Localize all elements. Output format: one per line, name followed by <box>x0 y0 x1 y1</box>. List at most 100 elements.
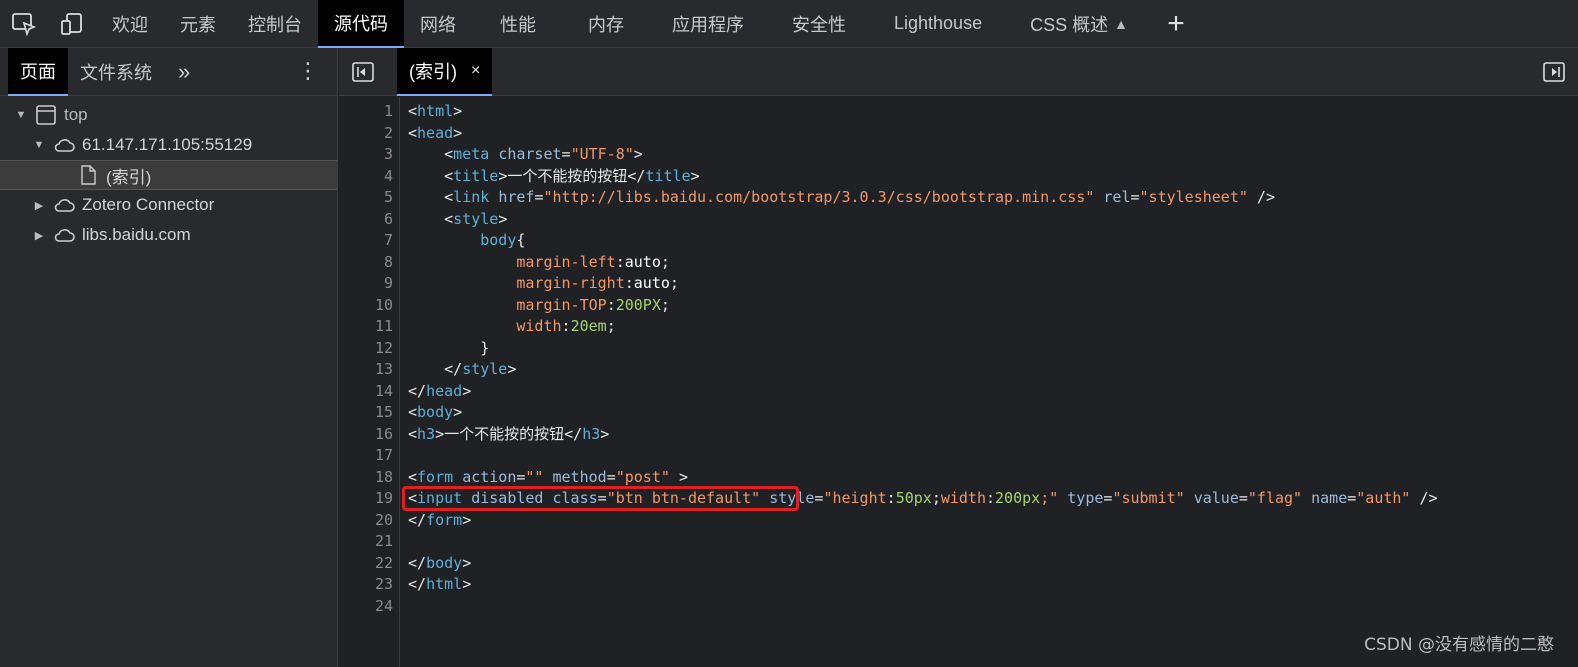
tree-item-index[interactable]: (索引) <box>0 160 337 190</box>
tab-lighthouse[interactable]: Lighthouse <box>870 0 1006 48</box>
add-tab-icon[interactable]: + <box>1152 0 1200 48</box>
attr-value: width <box>940 489 986 507</box>
tree-item-label: (索引) <box>106 167 152 187</box>
expand-down-icon[interactable]: ▼ <box>14 109 28 121</box>
tab-security[interactable]: 安全性 <box>768 0 870 48</box>
line-number[interactable]: 14 <box>339 381 399 403</box>
tab-css-overview-label: CSS 概述 <box>1030 14 1109 35</box>
css-value: auto <box>633 274 670 292</box>
code-line-5: <link href="http://libs.baidu.com/bootst… <box>444 188 1275 206</box>
line-number[interactable]: 21 <box>339 531 399 553</box>
css-property: margin-right <box>516 274 625 292</box>
line-number[interactable]: 7 <box>339 230 399 252</box>
attr-value: "submit" <box>1112 489 1185 507</box>
code-line-20: </form> <box>408 510 472 529</box>
code-line-23: </html> <box>408 575 472 593</box>
line-number[interactable]: 13 <box>339 359 399 381</box>
navigator-tabs: 页面 文件系统 » ⋮ <box>0 47 337 96</box>
code-line-15: <body> <box>408 403 463 421</box>
line-number[interactable]: 1 <box>339 101 399 123</box>
tab-performance[interactable]: 性能 <box>472 0 564 48</box>
tab-application[interactable]: 应用程序 <box>648 0 768 48</box>
code-lines[interactable]: <html> <head> <meta charset="UTF-8"> <ti… <box>400 97 1578 667</box>
line-number[interactable]: 23 <box>339 574 399 596</box>
line-number[interactable]: 3 <box>339 144 399 166</box>
tree-item-label: 61.147.171.105:55129 <box>82 135 253 154</box>
line-number[interactable]: 24 <box>339 596 399 618</box>
tab-sources[interactable]: 源代码 <box>318 0 404 48</box>
watermark: CSDN @没有感情的二憨 <box>1364 635 1554 655</box>
code-line-18: <form action="" method="post" > <box>408 467 688 486</box>
code-line-22: </body> <box>408 553 472 572</box>
attr-value: "flag" <box>1247 489 1303 507</box>
editor-file-tab[interactable]: (索引) × <box>397 47 493 96</box>
line-number[interactable]: 11 <box>339 316 399 338</box>
tab-network[interactable]: 网络 <box>404 0 472 48</box>
tab-css-overview[interactable]: CSS 概述 ▲ <box>1006 0 1152 48</box>
line-number[interactable]: 17 <box>339 445 399 467</box>
toggle-debugger-icon[interactable] <box>1530 48 1578 96</box>
code-line-4: <title>一个不能按的按钮</title> <box>444 166 700 185</box>
code-line-2: <head> <box>408 123 463 142</box>
attr-value: "height <box>823 489 887 507</box>
code-line-9: margin-right:auto; <box>516 274 679 292</box>
editor-file-tab-label: (索引) <box>409 61 457 82</box>
tab-welcome[interactable]: 欢迎 <box>96 0 164 48</box>
line-number[interactable]: 15 <box>339 402 399 424</box>
tree-item-baidu[interactable]: ▶ libs.baidu.com <box>0 220 337 250</box>
css-property: margin-TOP <box>516 295 607 314</box>
tab-console[interactable]: 控制台 <box>232 0 318 48</box>
tree-item-label: Zotero Connector <box>82 195 215 214</box>
attr-value: 50px <box>895 489 932 507</box>
close-icon[interactable]: × <box>471 62 480 80</box>
line-number[interactable]: 4 <box>339 166 399 188</box>
tree-item-label: libs.baidu.com <box>82 225 191 244</box>
expand-right-icon[interactable]: ▶ <box>32 229 46 242</box>
tree-item-top[interactable]: ▼ top <box>0 100 337 130</box>
more-tabs-icon[interactable]: » <box>164 59 204 85</box>
devtools-tab-bar: 欢迎 元素 控制台 源代码 网络 性能 内存 应用程序 安全性 Lighthou… <box>0 0 1578 48</box>
expand-down-icon[interactable]: ▼ <box>32 139 46 151</box>
line-number[interactable]: 10 <box>339 295 399 317</box>
flask-icon: ▲ <box>1114 15 1128 32</box>
line-number[interactable]: 9 <box>339 273 399 295</box>
code-view[interactable]: 1 2 3 4 5 6 7 8 9 10 11 12 13 14 15 16 1… <box>339 97 1578 667</box>
more-options-icon[interactable]: ⋮ <box>297 58 321 84</box>
tree-item-label: top <box>64 105 88 124</box>
line-number[interactable]: 12 <box>339 338 399 360</box>
line-number[interactable]: 8 <box>339 252 399 274</box>
attr-value[interactable]: "http://libs.baidu.com/bootstrap/3.0.3/c… <box>543 188 1094 206</box>
css-property: width <box>516 317 562 335</box>
code-line-6: <style> <box>444 209 508 228</box>
code-line-1: <html> <box>408 102 463 120</box>
attr-name: charset <box>498 145 562 163</box>
line-number[interactable]: 2 <box>339 123 399 145</box>
inspect-element-icon[interactable] <box>0 0 48 48</box>
line-number[interactable]: 5 <box>339 187 399 209</box>
toggle-navigator-icon[interactable] <box>339 48 387 96</box>
navigator-panel: 页面 文件系统 » ⋮ ▼ top ▼ 61.147.171.105:55129… <box>0 47 338 667</box>
tab-memory[interactable]: 内存 <box>564 0 648 48</box>
line-number[interactable]: 6 <box>339 209 399 231</box>
tree-item-host[interactable]: ▼ 61.147.171.105:55129 <box>0 130 337 160</box>
cloud-icon <box>52 135 76 155</box>
line-number[interactable]: 16 <box>339 424 399 446</box>
tab-page[interactable]: 页面 <box>8 47 68 96</box>
line-number[interactable]: 20 <box>339 510 399 532</box>
line-number[interactable]: 18 <box>339 467 399 489</box>
tab-filesystem[interactable]: 文件系统 <box>68 48 164 96</box>
source-editor: (索引) × 1 2 3 4 5 6 7 8 9 10 11 12 13 14 … <box>339 47 1578 667</box>
tree-item-zotero[interactable]: ▶ Zotero Connector <box>0 190 337 220</box>
expand-right-icon[interactable]: ▶ <box>32 199 46 212</box>
code-line-3: <meta charset="UTF-8"> <box>444 145 643 163</box>
tab-elements[interactable]: 元素 <box>164 0 232 48</box>
device-emulation-icon[interactable] <box>48 0 96 48</box>
line-number[interactable]: 19 <box>339 488 399 510</box>
frame-icon <box>34 105 58 125</box>
code-line-12: } <box>480 338 490 357</box>
editor-tab-bar: (索引) × <box>339 47 1578 96</box>
css-selector: body <box>480 231 517 249</box>
line-number[interactable]: 22 <box>339 553 399 575</box>
